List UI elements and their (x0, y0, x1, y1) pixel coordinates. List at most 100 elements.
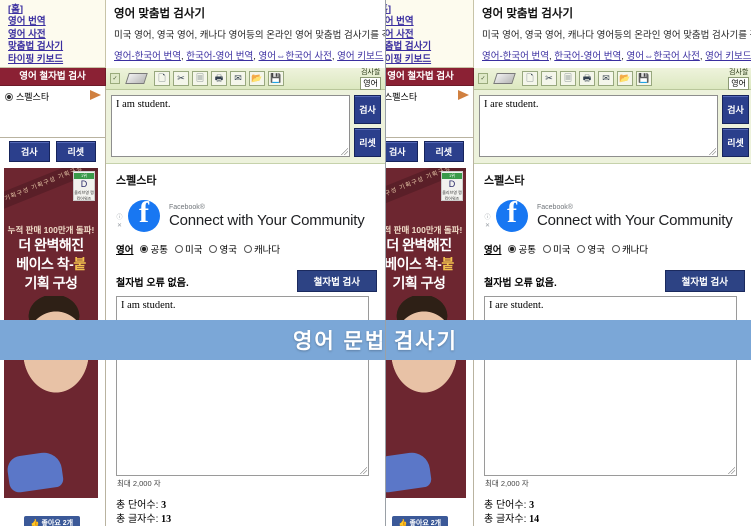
char-count-value: 14 (529, 514, 540, 525)
header-link-en-ko[interactable]: 영어-한국어 번역 (114, 51, 181, 62)
ad-close-icon[interactable]: ✕ (115, 222, 124, 230)
radio-off-icon[interactable] (542, 245, 551, 253)
spellcheck-row: 철자법 오류 없음. 철자법 검사 (484, 270, 745, 292)
banner-headline: 더 완벽해진 베이스 착-붙 기획 구성 (4, 236, 98, 293)
ad-reset-button[interactable]: 리셋 (423, 141, 465, 162)
reset-button[interactable]: 리셋 (722, 128, 749, 157)
source-textarea[interactable]: I are student. (479, 95, 718, 157)
banner-line-3: 기획 구성 (24, 275, 78, 291)
top-header: [홈] 영어 번역 영어 사전 맞춤법 검사기 타이핑 키보드 영어 맞춤법 검… (385, 0, 751, 68)
spellcheck-row: 철자법 오류 없음. 철자법 검사 (116, 270, 377, 292)
header-link-en-ko[interactable]: 영어-한국어 번역 (482, 51, 549, 62)
open-folder-icon[interactable]: 📂 (617, 71, 633, 86)
header-link-dictionary[interactable]: 영어⇔한국어 사전 (627, 51, 700, 62)
radio-option-uk[interactable]: 영국 (209, 242, 237, 256)
radio-selected-icon[interactable] (5, 92, 13, 101)
save-icon[interactable]: 💾 (636, 71, 652, 86)
dialect-radio-group: 영어 공통 미국 영국 캐나다 (116, 242, 377, 256)
header-link-ko-en[interactable]: 한국어-영어 번역 (554, 51, 621, 62)
nav-item-translate[interactable]: 영어 번역 (385, 16, 467, 28)
radio-off-icon[interactable] (174, 245, 183, 253)
banner-award-badge: 1위 D 올리브영 랭킹어워즈 (73, 171, 95, 201)
badge-sub: 올리브영 랭킹어워즈 (74, 190, 94, 201)
facebook-ad-card[interactable]: ⓘ ✕ Facebook® Connect with Your Communit… (483, 196, 745, 232)
eraser-icon[interactable] (493, 73, 516, 84)
copy-icon[interactable]: 🗏 (192, 71, 208, 86)
facebook-ad-text: Facebook® Connect with Your Community (169, 203, 365, 229)
ad-check-button[interactable]: 검사 (385, 141, 418, 162)
ad-reset-button[interactable]: 리셋 (55, 141, 97, 162)
ad-info-icon[interactable]: ⓘ (115, 214, 124, 222)
ad-check-button[interactable]: 검사 (8, 141, 50, 162)
radio-option-uk[interactable]: 영국 (577, 242, 605, 256)
ad-info-icon[interactable]: ⓘ (483, 214, 492, 222)
facebook-like-button[interactable]: 👍 좋아요 2개 (23, 516, 81, 526)
site-nav-menu: [홈] 영어 번역 영어 사전 맞춤법 검사기 타이핑 키보드 (385, 0, 474, 68)
new-document-icon[interactable]: 🗋 (522, 71, 538, 86)
open-folder-icon[interactable]: 📂 (249, 71, 265, 86)
radio-off-icon[interactable] (209, 245, 218, 253)
mail-icon[interactable]: ✉ (230, 71, 246, 86)
nav-item-spellcheck[interactable]: 맞춤법 검사기 (385, 41, 467, 53)
print-icon[interactable]: 🖶 (211, 71, 227, 86)
radio-option-ca[interactable]: 캐나다 (243, 242, 280, 256)
spellcheck-toggle-icon[interactable]: ✓ (478, 73, 488, 84)
word-count-label: 총 단어수: (484, 500, 527, 511)
radio-option-common[interactable]: 공통 (508, 242, 536, 256)
reset-button[interactable]: 리셋 (354, 128, 381, 157)
spellcheck-button[interactable]: 철자법 검사 (664, 270, 745, 292)
resize-grip-icon[interactable] (728, 467, 735, 474)
nav-item-spellcheck[interactable]: 맞춤법 검사기 (8, 41, 99, 53)
nav-item-home[interactable]: [홈] (8, 4, 99, 16)
radio-option-us[interactable]: 미국 (542, 242, 570, 256)
facebook-ad-card[interactable]: ⓘ ✕ Facebook® Connect with Your Communit… (115, 196, 377, 232)
radio-off-icon[interactable] (611, 245, 620, 253)
nav-item-home[interactable]: [홈] (385, 4, 467, 16)
facebook-logo-icon (496, 196, 528, 232)
header-link-keyboard[interactable]: 영어 키보드 (705, 51, 751, 62)
page-title: 영어 맞춤법 검사기 (482, 8, 574, 20)
language-select[interactable]: 영어 (728, 77, 749, 90)
radio-off-icon[interactable] (243, 245, 252, 253)
ad-close-icon[interactable]: ✕ (483, 222, 492, 230)
nav-item-keyboard[interactable]: 타이핑 키보드 (385, 54, 467, 66)
nav-item-translate[interactable]: 영어 번역 (8, 16, 99, 28)
cut-icon[interactable]: ✂ (173, 71, 189, 86)
new-document-icon[interactable]: 🗋 (154, 71, 170, 86)
radio-off-icon[interactable] (577, 245, 586, 253)
facebook-brand-label: Facebook® (169, 204, 205, 211)
spellcheck-status: 철자법 오류 없음. (484, 277, 557, 289)
nav-item-dictionary[interactable]: 영어 사전 (385, 29, 467, 41)
badge-sub: 올리브영 랭킹어워즈 (442, 190, 462, 201)
facebook-like-button[interactable]: 👍 좋아요 2개 (391, 516, 449, 526)
resize-grip-icon[interactable] (709, 148, 716, 155)
check-button[interactable]: 검사 (722, 95, 749, 124)
language-select[interactable]: 영어 (360, 77, 381, 90)
cut-icon[interactable]: ✂ (541, 71, 557, 86)
radio-on-icon[interactable] (508, 245, 517, 253)
radio-on-icon[interactable] (140, 245, 149, 253)
print-icon[interactable]: 🖶 (579, 71, 595, 86)
mail-icon[interactable]: ✉ (598, 71, 614, 86)
save-icon[interactable]: 💾 (268, 71, 284, 86)
eraser-icon[interactable] (125, 73, 148, 84)
main-region: 영어 철자법 검사 스펠스타 검사 리셋 기획구성 기획구성 기획구성 1위 D… (0, 68, 385, 526)
spellcheck-button[interactable]: 철자법 검사 (296, 270, 377, 292)
header-link-dictionary[interactable]: 영어⇔한국어 사전 (259, 51, 332, 62)
source-textarea[interactable]: I am student. (111, 95, 350, 157)
radio-option-us[interactable]: 미국 (174, 242, 202, 256)
header-link-ko-en[interactable]: 한국어-영어 번역 (186, 51, 253, 62)
spellcheck-toggle-icon[interactable]: ✓ (110, 73, 120, 84)
radio-option-ca[interactable]: 캐나다 (611, 242, 648, 256)
language-selector-group: 검사할 영어 (728, 69, 749, 90)
copy-icon[interactable]: 🗏 (560, 71, 576, 86)
nav-item-dictionary[interactable]: 영어 사전 (8, 29, 99, 41)
ad-controls: ⓘ ✕ (483, 214, 492, 230)
nav-item-keyboard[interactable]: 타이핑 키보드 (8, 54, 99, 66)
header-link-keyboard[interactable]: 영어 키보드 (337, 51, 383, 62)
resize-grip-icon[interactable] (341, 148, 348, 155)
resize-grip-icon[interactable] (360, 467, 367, 474)
radio-option-common[interactable]: 공통 (140, 242, 168, 256)
check-button[interactable]: 검사 (354, 95, 381, 124)
max-chars-note: 최대 2,000 자 (485, 479, 529, 488)
